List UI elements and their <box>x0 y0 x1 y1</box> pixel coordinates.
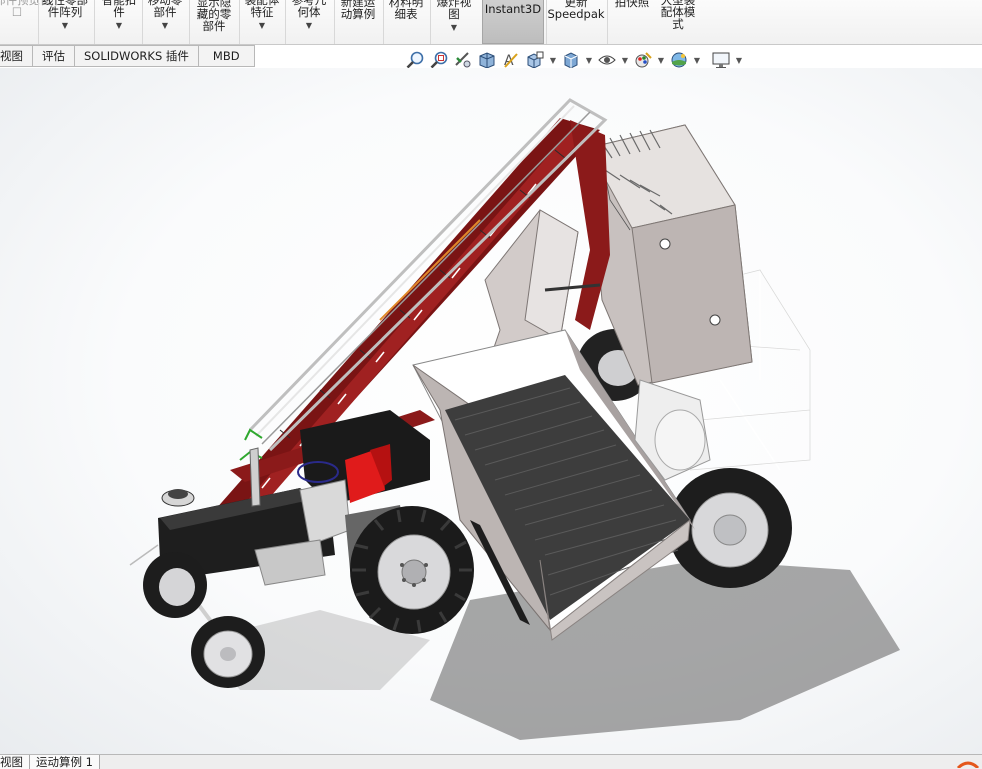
ribbon-divider <box>607 0 608 44</box>
chevron-down-icon[interactable]: ▼ <box>451 22 457 34</box>
new-motion-study-button[interactable]: 新建运动算例 <box>336 0 380 44</box>
chevron-down-icon[interactable]: ▼ <box>620 56 630 65</box>
component-preview-window-button[interactable]: 零部件预览窗 ☐ <box>0 0 52 44</box>
front-right-wheel <box>143 552 207 618</box>
tab-evaluate[interactable]: 评估 <box>33 45 75 67</box>
tab-model-view[interactable]: 视图 <box>0 755 30 769</box>
move-component-button[interactable]: 移动零部件 ▼ <box>146 0 184 44</box>
instant3d-button[interactable]: Instant3D <box>482 0 544 44</box>
chevron-down-icon[interactable]: ▼ <box>548 56 558 65</box>
ribbon-divider <box>239 0 240 44</box>
ribbon-divider <box>189 0 190 44</box>
update-speedpak-button[interactable]: 更新 Speedpak <box>547 0 605 44</box>
status-indicator-icon <box>956 761 980 768</box>
ribbon-label: 移动零部件 <box>147 0 183 19</box>
ribbon-divider <box>142 0 143 44</box>
chevron-down-icon[interactable]: ▼ <box>162 20 168 32</box>
ribbon-label: 大型装配体模式 <box>660 0 696 31</box>
chevron-down-icon[interactable]: ▼ <box>259 20 265 32</box>
ribbon-label: 新建运动算例 <box>340 0 376 21</box>
ribbon-label: 装配体特征 <box>244 0 280 19</box>
chevron-down-icon[interactable]: ▼ <box>116 20 122 32</box>
tab-solidworks-addins[interactable]: SOLIDWORKS 插件 <box>75 45 199 67</box>
tab-motion-study-1[interactable]: 运动算例 1 <box>30 755 100 769</box>
linear-component-pattern-button[interactable]: 线性零部件阵列 ▼ <box>40 0 90 44</box>
ribbon-label: 智能扣件 <box>101 0 137 19</box>
ribbon-label: Instant3D <box>484 2 542 16</box>
chevron-down-icon[interactable]: ▼ <box>656 56 666 65</box>
reference-geometry-button[interactable]: 参考几何体 ▼ <box>288 0 330 44</box>
tractor-conveyor-model[interactable] <box>0 68 982 754</box>
ribbon-label: 爆炸视图 <box>436 0 472 21</box>
command-manager-tabs: 视图 评估 SOLIDWORKS 插件 MBD <box>0 45 255 67</box>
ribbon-label: 参考几何体 <box>291 0 327 19</box>
bill-of-materials-button[interactable]: 材料明细表 <box>386 0 426 44</box>
tab-mbd[interactable]: MBD <box>198 45 255 67</box>
model-shadow <box>430 560 900 740</box>
tractor-rear-wheel <box>350 506 474 634</box>
chevron-down-icon[interactable]: ▼ <box>734 56 744 65</box>
ribbon-label: 线性零部件阵列 <box>42 0 88 19</box>
exploded-view-button[interactable]: 爆炸视图 ▼ <box>434 0 474 44</box>
large-assembly-mode-button[interactable]: 大型装配体模式 <box>656 0 700 44</box>
ribbon-label: 显示隐藏的零部件 <box>196 0 232 33</box>
chevron-down-icon[interactable]: ▼ <box>306 20 312 32</box>
ribbon-divider <box>38 0 39 44</box>
ribbon-divider <box>430 0 431 44</box>
assembly-features-button[interactable]: 装配体特征 ▼ <box>242 0 282 44</box>
command-manager-ribbon: 零部件预览窗 ☐ 线性零部件阵列 ▼ 智能扣件 ▼ 移动零部件 ▼ 显示隐藏的零… <box>0 0 982 45</box>
ribbon-label: 更新 Speedpak <box>547 0 605 21</box>
ribbon-divider <box>94 0 95 44</box>
ribbon-divider <box>334 0 335 44</box>
bottom-tab-bar: 视图 运动算例 1 <box>0 754 982 769</box>
smart-fasteners-button[interactable]: 智能扣件 ▼ <box>98 0 140 44</box>
graphics-area[interactable] <box>0 68 982 754</box>
chevron-down-icon[interactable]: ▼ <box>62 20 68 32</box>
front-left-wheel <box>191 616 265 688</box>
chevron-down-icon[interactable]: ▼ <box>584 56 594 65</box>
ribbon-label: 拍快照 <box>614 0 650 9</box>
show-hidden-components-button[interactable]: 显示隐藏的零部件 <box>192 0 236 44</box>
chevron-down-icon[interactable]: ▼ <box>692 56 702 65</box>
ribbon-divider <box>383 0 384 44</box>
ribbon-label: 材料明细表 <box>388 0 424 21</box>
take-snapshot-button[interactable]: 拍快照 <box>612 0 652 44</box>
tab-view[interactable]: 视图 <box>0 45 33 67</box>
ribbon-divider <box>285 0 286 44</box>
